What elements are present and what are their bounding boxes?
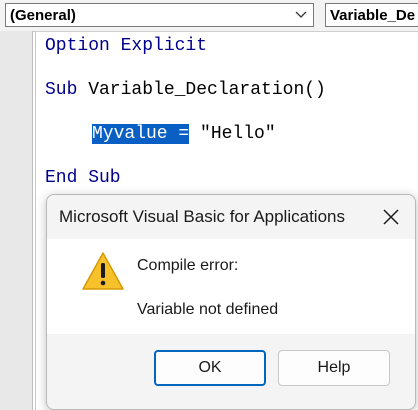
sub-keyword: Sub	[45, 80, 78, 100]
assignment-value: "Hello"	[189, 124, 276, 144]
sub-name: Variable_Declaration()	[77, 80, 326, 100]
object-dropdown-value: (General)	[10, 7, 76, 24]
object-dropdown[interactable]: (General)	[5, 3, 314, 27]
error-heading: Compile error:	[137, 257, 239, 274]
chevron-down-icon	[295, 11, 307, 18]
procedure-dropdown-value: Variable_De	[330, 7, 416, 24]
ok-button[interactable]: OK	[154, 350, 266, 386]
procedure-toolbar: (General) Variable_De	[0, 0, 418, 32]
margin-indicator-bar[interactable]	[0, 31, 33, 410]
dialog-title: Microsoft Visual Basic for Applications	[59, 207, 345, 226]
compile-error-dialog: Microsoft Visual Basic for Applications …	[46, 194, 416, 410]
code-line-3: Myvalue = "Hello"	[92, 123, 276, 145]
selected-undeclared-variable[interactable]: Myvalue =	[92, 124, 190, 144]
code-margin-divider	[35, 31, 36, 410]
code-line-4: End Sub	[45, 168, 121, 188]
procedure-dropdown[interactable]: Variable_De	[325, 3, 418, 27]
error-message: Variable not defined	[137, 301, 279, 318]
help-button[interactable]: Help	[278, 350, 390, 386]
code-line-1: Option Explicit	[45, 36, 208, 56]
warning-icon	[82, 252, 124, 290]
code-line-2: Sub Variable_Declaration()	[45, 79, 326, 101]
close-icon[interactable]	[382, 208, 400, 226]
